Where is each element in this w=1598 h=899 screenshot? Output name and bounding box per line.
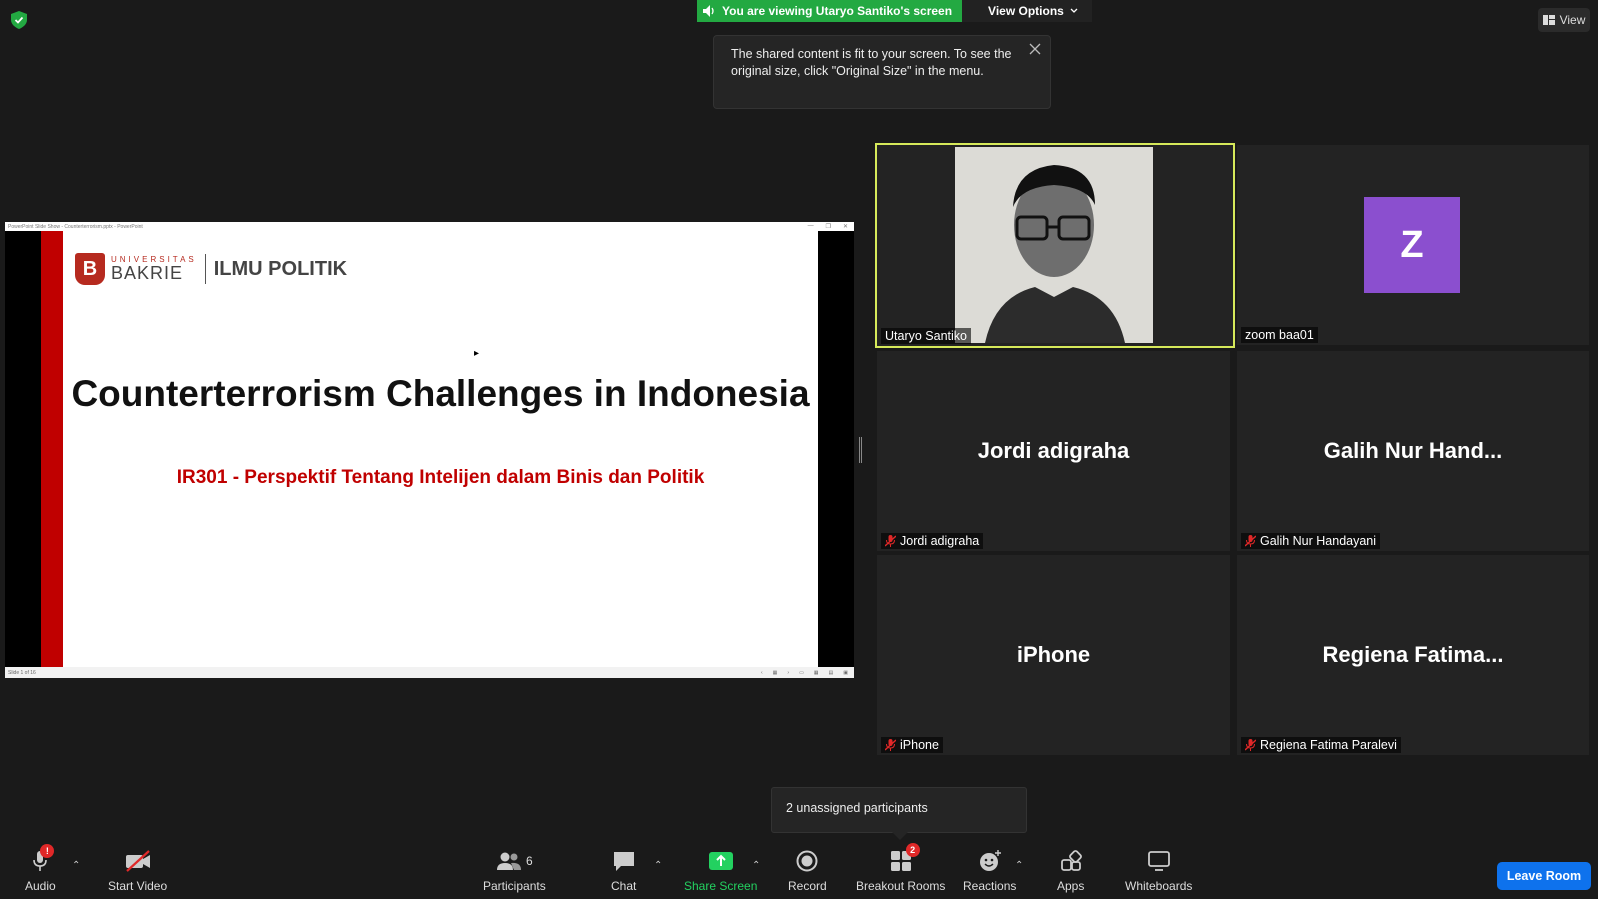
- leave-room-button[interactable]: Leave Room: [1497, 862, 1591, 890]
- person-photo-icon: [955, 147, 1153, 343]
- reading-icon: ▤: [828, 669, 834, 676]
- view-layout-button[interactable]: View: [1538, 8, 1590, 32]
- viewing-banner: You are viewing Utaryo Santiko's screen …: [697, 0, 1092, 22]
- security-shield-icon[interactable]: [11, 11, 27, 29]
- slide-area: B UNIVERSITAS BAKRIE ILMU POLITIK Counte…: [5, 231, 854, 667]
- slide-black-band: [5, 231, 41, 667]
- close-icon[interactable]: [1028, 42, 1042, 56]
- record-icon: [796, 850, 818, 872]
- video-off-icon: [125, 850, 150, 872]
- logo-separator: [204, 254, 206, 284]
- slide-subtitle: IR301 - Perspektif Tentang Intelijen dal…: [176, 467, 705, 488]
- next-icon: ›: [787, 669, 790, 676]
- slide-counter: Slide 1 of 16: [8, 669, 36, 676]
- normal-view-icon: ▭: [799, 669, 804, 676]
- logo-department: ILMU POLITIK: [213, 257, 348, 280]
- share-screen-icon: [708, 852, 733, 870]
- audio-button[interactable]: ! Audio: [25, 844, 56, 893]
- video-tile-utaryo[interactable]: Utaryo Santiko: [875, 143, 1235, 348]
- tile-name-label: Regiena Fatima Paralevi: [1241, 737, 1401, 753]
- ppt-titlebar: PowerPoint Slide Show - Counterterrorism…: [5, 222, 854, 231]
- chat-options-caret-icon[interactable]: ⌃: [654, 860, 662, 871]
- slideshow-icon: ▣: [843, 669, 848, 676]
- ppt-statusbar: Slide 1 of 16 ‹ ▦ › ▭ ▦ ▤ ▣: [5, 667, 854, 678]
- mic-muted-icon: [1245, 739, 1256, 751]
- tile-name-label: zoom baa01: [1241, 327, 1318, 343]
- tile-name-label: Galih Nur Handayani: [1241, 533, 1381, 549]
- meeting-toolbar: ! Audio ⌃ Start Video 6 Participants Cha…: [0, 843, 1598, 899]
- shared-screen[interactable]: PowerPoint Slide Show - Counterterrorism…: [5, 222, 854, 678]
- emoji-icon: [979, 850, 1001, 871]
- university-logo: B UNIVERSITAS BAKRIE ILMU POLITIK: [75, 253, 347, 285]
- participants-button[interactable]: 6 Participants: [483, 849, 546, 893]
- participants-icon: [497, 852, 521, 870]
- close-icon: ✕: [842, 224, 848, 230]
- view-options-button[interactable]: View Options: [962, 0, 1092, 22]
- chat-icon: [613, 852, 634, 871]
- tile-display-name: Regiena Fatima...: [1322, 642, 1504, 667]
- fit-screen-tooltip: The shared content is fit to your screen…: [713, 35, 1051, 109]
- logo-bakrie: BAKRIE: [111, 263, 184, 283]
- zoom-meeting-window: You are viewing Utaryo Santiko's screen …: [0, 0, 1598, 899]
- unassigned-participants-tooltip: 2 unassigned participants: [771, 787, 1027, 840]
- record-button[interactable]: Record: [788, 849, 827, 893]
- split-divider-handle[interactable]: [859, 437, 862, 463]
- prev-icon: ‹: [760, 669, 763, 676]
- slide: B UNIVERSITAS BAKRIE ILMU POLITIK Counte…: [5, 231, 818, 667]
- viewing-status: You are viewing Utaryo Santiko's screen: [697, 0, 963, 22]
- share-options-caret-icon[interactable]: ⌃: [752, 860, 760, 871]
- slide-red-band: [41, 231, 63, 667]
- slides-icon: ▦: [772, 669, 778, 676]
- chat-button[interactable]: Chat: [611, 849, 636, 893]
- audio-alert-badge: !: [40, 844, 55, 858]
- participant-video: [955, 147, 1153, 343]
- tooltip-text: The shared content is fit to your screen…: [731, 47, 1012, 78]
- reactions-options-caret-icon[interactable]: ⌃: [1015, 860, 1023, 871]
- mouse-cursor-icon: ▸: [474, 348, 480, 359]
- speaker-icon: [703, 5, 714, 17]
- tile-name-label: Utaryo Santiko: [881, 328, 971, 344]
- ppt-title: PowerPoint Slide Show - Counterterrorism…: [8, 223, 143, 230]
- slide-title: Counterterrorism Challenges in Indonesia: [71, 373, 810, 414]
- sorter-icon: ▦: [813, 669, 819, 676]
- tile-name-label: Jordi adigraha: [881, 533, 984, 549]
- logo-mark: B: [75, 253, 105, 285]
- reactions-button[interactable]: Reactions: [963, 849, 1016, 893]
- share-screen-button[interactable]: Share Screen: [684, 849, 757, 893]
- breakout-badge: 2: [905, 843, 920, 857]
- viewing-text: You are viewing Utaryo Santiko's screen: [722, 4, 953, 18]
- video-tile-jordi[interactable]: Jordi adigraha Jordi adigraha: [877, 351, 1230, 551]
- mic-muted-icon: [1245, 535, 1256, 547]
- tile-display-name: iPhone: [1016, 642, 1091, 667]
- view-label: View: [1559, 13, 1586, 27]
- breakout-rooms-button[interactable]: 2 Breakout Rooms: [856, 843, 945, 893]
- video-tile-galih[interactable]: Galih Nur Hand... Galih Nur Handayani: [1237, 351, 1589, 551]
- avatar: Z: [1364, 197, 1460, 293]
- apps-button[interactable]: Apps: [1057, 849, 1084, 893]
- start-video-button[interactable]: Start Video: [108, 849, 167, 893]
- participants-count: 6: [526, 854, 533, 868]
- tile-name-label: iPhone: [881, 737, 943, 753]
- mic-muted-icon: [885, 739, 896, 751]
- minimize-icon: —: [807, 223, 814, 229]
- apps-icon: [1060, 850, 1082, 871]
- restore-icon: ❐: [825, 224, 831, 230]
- whiteboard-icon: [1147, 851, 1170, 871]
- video-tile-regiena[interactable]: Regiena Fatima... Regiena Fatima Paralev…: [1237, 555, 1589, 755]
- mic-muted-icon: [885, 535, 896, 547]
- audio-options-caret-icon[interactable]: ⌃: [72, 860, 80, 871]
- chevron-down-icon: [1070, 8, 1078, 13]
- view-options-label: View Options: [988, 4, 1064, 18]
- whiteboards-button[interactable]: Whiteboards: [1125, 849, 1192, 893]
- unassigned-text: 2 unassigned participants: [786, 801, 928, 815]
- tile-display-name: Jordi adigraha: [977, 438, 1130, 463]
- video-tile-iphone[interactable]: iPhone iPhone: [877, 555, 1230, 755]
- video-tile-zoom-baa01[interactable]: Z zoom baa01: [1237, 145, 1589, 345]
- grid-view-icon: [1542, 15, 1555, 25]
- tile-display-name: Galih Nur Hand...: [1323, 438, 1503, 463]
